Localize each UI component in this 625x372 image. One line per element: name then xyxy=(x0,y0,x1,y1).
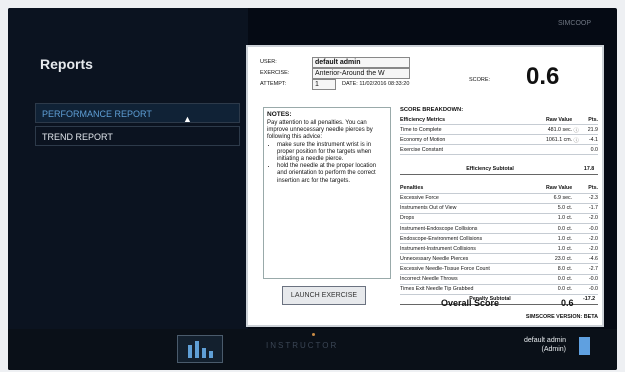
sidebar-item-trend-report[interactable]: TREND REPORT xyxy=(35,126,240,146)
user-select[interactable]: default admin xyxy=(312,57,410,68)
table-row: Endoscope-Environment Collisions 1.0 ct. -… xyxy=(400,233,598,245)
table-row: Incorrect Needle Throws 0.0 ct. -0.0 xyxy=(400,274,598,285)
score-breakdown-title: SCORE BREAKDOWN: xyxy=(400,107,464,113)
exercise-label: EXERCISE: xyxy=(260,70,290,76)
table-row: Time to Complete 481.0 sec. ⓘ 21.9 xyxy=(400,124,598,136)
attempt-select[interactable]: 1 xyxy=(312,79,336,90)
table-row: Excessive Force 6.9 sec. -2.3 xyxy=(400,193,598,204)
table-row: Drops 1.0 ct. -2.0 xyxy=(400,213,598,225)
performance-report-panel: USER: default admin EXERCISE: Anterior-A… xyxy=(246,45,604,327)
score-label: SCORE: xyxy=(469,77,491,83)
sidebar: Reports PERFORMANCE REPORT TREND REPORT … xyxy=(8,8,248,370)
overall-score-value: 0.6 xyxy=(561,298,574,308)
attempt-label: ATTEMPT: xyxy=(260,81,287,87)
user-name: default admin xyxy=(523,337,566,344)
page-title: Reports xyxy=(40,56,93,72)
brand-logo: INSTRUCTOR xyxy=(266,341,339,350)
column-header: Raw Value xyxy=(533,115,573,126)
date-text: DATE: 11/02/2016 08:33:20 xyxy=(342,81,410,87)
version-label: SIMSCORE VERSION: BETA xyxy=(525,314,598,320)
table-row: Excessive Needle-Tissue Force Count 8.0 c… xyxy=(400,263,598,275)
table-row: Exercise Constant 0.0 xyxy=(400,144,598,156)
table-row: Times Exit Needle Tip Grabbed 0.0 ct. -0.0 xyxy=(400,284,598,295)
brand-dot xyxy=(312,333,315,336)
notes-intro: Pay attention to all penalties. You can … xyxy=(267,120,373,141)
notes-bullet: make sure the instrument wrist is in pro… xyxy=(277,142,387,164)
efficiency-subtotal-value: 17.8 xyxy=(580,164,598,175)
user-role: (Admin) xyxy=(541,346,566,353)
info-icon: ⓘ xyxy=(572,134,581,146)
table-row: Instrument-Endoscope Collisions 0.0 ct. -0… xyxy=(400,223,598,235)
sidebar-item-performance-report[interactable]: PERFORMANCE REPORT xyxy=(35,103,240,123)
column-header: Efficiency Metrics xyxy=(400,115,534,126)
column-header: Pts. xyxy=(580,183,598,194)
notes-title: NOTES: xyxy=(267,111,292,118)
user-info: default admin (Admin) xyxy=(496,336,566,354)
table-row: Economy of Motion 1061.1 cm. ⓘ -4.1 xyxy=(400,134,598,146)
exit-door-icon[interactable] xyxy=(579,337,590,355)
breakdown-table: Efficiency Metrics Raw Value Pts. Time t… xyxy=(400,115,598,305)
column-header: Penalties xyxy=(400,183,534,194)
exercise-select[interactable]: Anterior-Around the W xyxy=(312,68,410,79)
overall-score-label: Overall Score xyxy=(441,298,500,308)
score-breakdown: SCORE BREAKDOWN: Efficiency Metrics Raw … xyxy=(400,107,598,305)
table-row: Instruments Out of View 5.0 ct. -1.7 xyxy=(400,203,598,214)
table-row: Instrument-Instrument Collisions 1.0 ct. -… xyxy=(400,243,598,255)
bar-chart-icon[interactable] xyxy=(177,335,223,363)
efficiency-subtotal-label: Efficiency Subtotal xyxy=(400,164,581,175)
score-value: 0.6 xyxy=(526,63,560,90)
user-label: USER: xyxy=(260,59,277,65)
pointer-cursor-icon: ▲ xyxy=(183,114,192,124)
table-row: Unnecessary Needle Pierces 23.0 ct. -4.6 xyxy=(400,253,598,265)
launch-exercise-button[interactable]: LAUNCH EXERCISE xyxy=(282,286,366,305)
notes-bullet: hold the needle at the proper location a… xyxy=(277,163,387,185)
bottom-bar: INSTRUCTOR default admin (Admin) xyxy=(8,329,617,370)
column-header: Pts. xyxy=(580,115,598,126)
column-header: Raw Value xyxy=(533,183,573,194)
notes-box: NOTES: Pay attention to all penalties. Y… xyxy=(263,107,391,279)
top-label: SIMCOOP xyxy=(557,20,591,27)
simulator-window: Reports PERFORMANCE REPORT TREND REPORT … xyxy=(8,8,617,370)
penalty-subtotal-value: -17.2 xyxy=(580,294,598,305)
info-icon: ⓘ xyxy=(572,124,581,136)
